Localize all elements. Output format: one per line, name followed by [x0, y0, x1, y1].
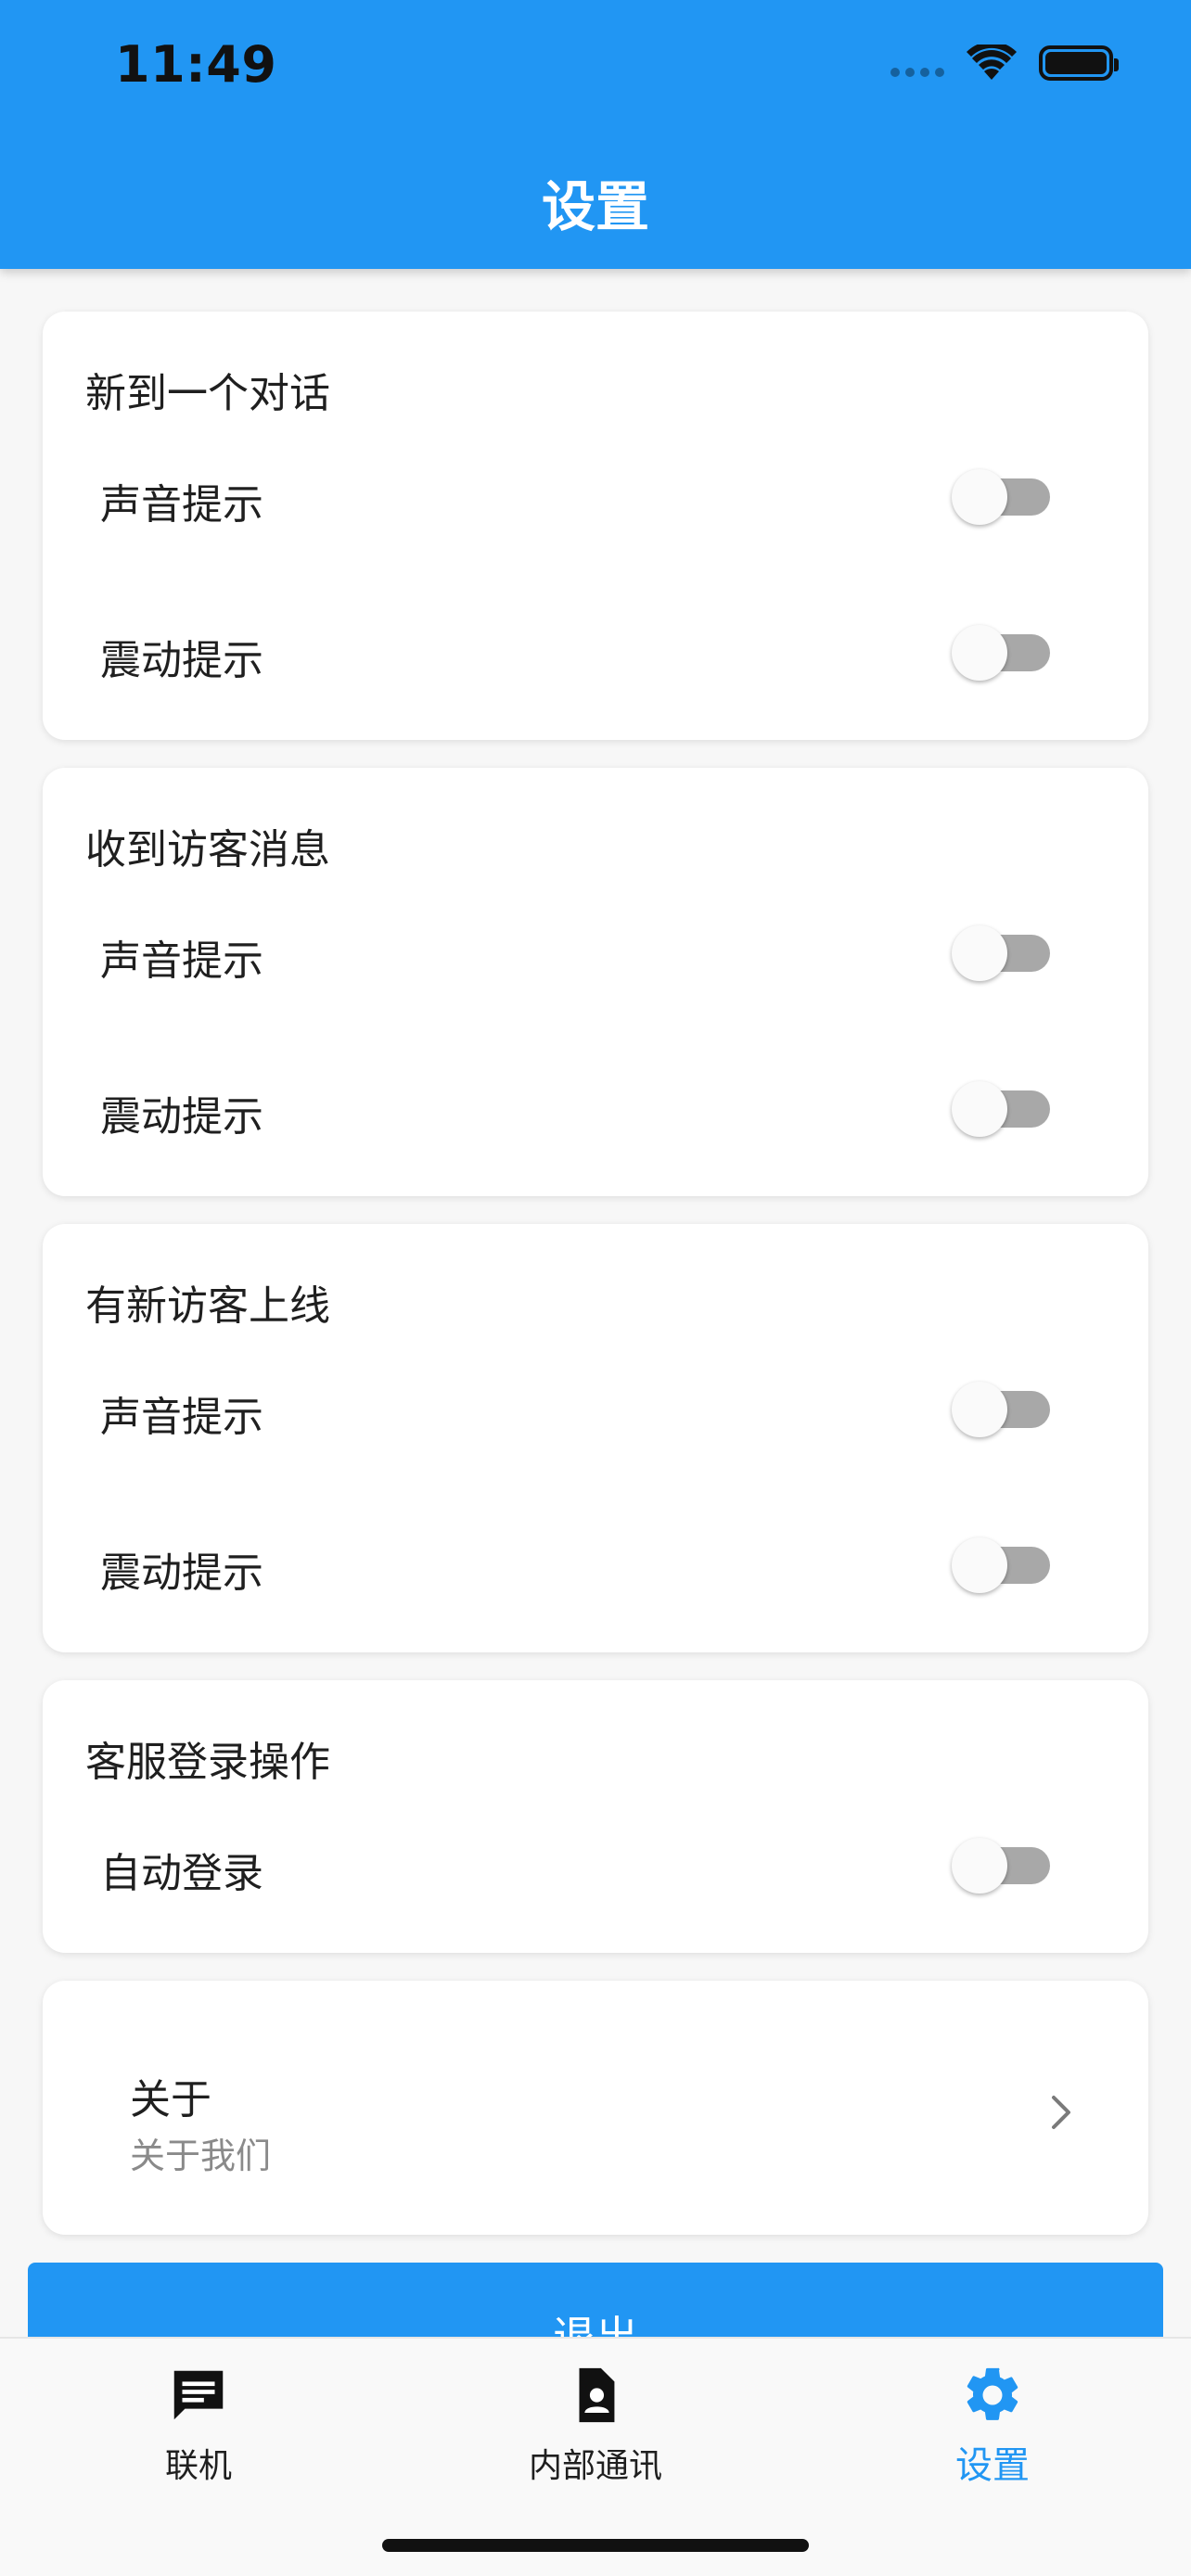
setting-label: 声音提示	[100, 937, 263, 985]
contact-card-icon	[456, 2363, 735, 2428]
section-title: 有新访客上线	[85, 1282, 330, 1330]
chat-icon	[59, 2363, 338, 2428]
section-card-visitor-message: 收到访客消息 声音提示 震动提示	[43, 768, 1148, 1196]
switch-thumb	[952, 625, 1007, 681]
section-title: 客服登录操作	[85, 1739, 330, 1786]
app-bar: 11:49 设置	[0, 0, 1191, 269]
status-time: 11:49	[115, 35, 277, 94]
wifi-icon	[967, 45, 1017, 82]
nav-item-internal-messaging[interactable]: 内部通讯	[456, 2363, 735, 2502]
setting-row-sound: 声音提示	[43, 903, 1148, 996]
chevron-right-icon	[1050, 2094, 1072, 2135]
home-indicator	[382, 2539, 809, 2552]
status-icons	[890, 45, 1119, 82]
switch-thumb	[952, 925, 1007, 981]
setting-row-auto-login: 自动登录	[43, 1816, 1148, 1908]
switch-thumb	[952, 1537, 1007, 1593]
setting-label: 震动提示	[100, 1549, 263, 1597]
section-title: 新到一个对话	[85, 370, 330, 417]
page-title: 设置	[541, 175, 649, 238]
sound-alert-switch[interactable]	[952, 1382, 1054, 1437]
nav-label: 内部通讯	[528, 2447, 662, 2485]
vibrate-alert-switch[interactable]	[952, 625, 1054, 681]
section-card-agent-login: 客服登录操作 自动登录	[43, 1680, 1148, 1953]
settings-screen: 11:49 设置 新到一个对话 声音提示 震动提示 收到访客消息 声音提示 震动…	[0, 0, 1191, 2576]
setting-row-vibrate: 震动提示	[43, 1059, 1148, 1152]
gear-icon	[853, 2363, 1132, 2428]
section-title: 收到访客消息	[85, 826, 330, 874]
about-subtitle: 关于我们	[130, 2136, 272, 2176]
about-row[interactable]: 关于 关于我们	[43, 1981, 1148, 2235]
vibrate-alert-switch[interactable]	[952, 1537, 1054, 1593]
battery-icon	[1039, 45, 1119, 81]
setting-label: 自动登录	[100, 1850, 263, 1897]
nav-label: 联机	[164, 2447, 232, 2485]
setting-row-sound: 声音提示	[43, 447, 1148, 540]
switch-thumb	[952, 1838, 1007, 1894]
setting-label: 震动提示	[100, 1093, 263, 1141]
setting-label: 震动提示	[100, 637, 263, 684]
sound-alert-switch[interactable]	[952, 925, 1054, 981]
section-card-new-visitor-online: 有新访客上线 声音提示 震动提示	[43, 1224, 1148, 1652]
nav-item-online[interactable]: 联机	[59, 2363, 338, 2502]
switch-thumb	[952, 1081, 1007, 1137]
switch-thumb	[952, 469, 1007, 525]
setting-row-vibrate: 震动提示	[43, 603, 1148, 695]
nav-item-settings[interactable]: 设置	[853, 2363, 1132, 2502]
vibrate-alert-switch[interactable]	[952, 1081, 1054, 1137]
switch-thumb	[952, 1382, 1007, 1437]
setting-label: 声音提示	[100, 481, 263, 529]
nav-label: 设置	[955, 2444, 1030, 2487]
setting-row-vibrate: 震动提示	[43, 1515, 1148, 1608]
section-card-new-conversation: 新到一个对话 声音提示 震动提示	[43, 312, 1148, 740]
setting-row-sound: 声音提示	[43, 1359, 1148, 1452]
sound-alert-switch[interactable]	[952, 469, 1054, 525]
auto-login-switch[interactable]	[952, 1838, 1054, 1894]
cellular-signal-icon	[890, 49, 944, 77]
about-title: 关于	[130, 2076, 211, 2123]
setting-label: 声音提示	[100, 1394, 263, 1441]
